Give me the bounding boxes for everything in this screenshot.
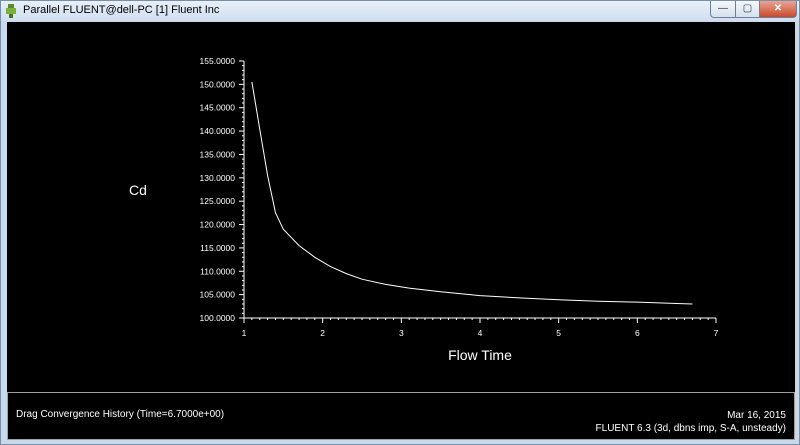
y-tick-label-7: 135.0000 <box>200 149 236 159</box>
y-tick-label-6: 130.0000 <box>200 173 236 183</box>
series-line-0 <box>251 81 693 305</box>
y-tick-label-0: 100.0000 <box>200 313 236 323</box>
y-tick-label-9: 145.0000 <box>200 103 236 113</box>
y-axis-label: Cd <box>129 182 147 198</box>
solver-label: FLUENT 6.3 (3d, dbns imp, S-A, unsteady) <box>595 423 786 434</box>
history-label: Drag Convergence History (Time=6.7000e+0… <box>16 409 225 420</box>
close-button[interactable]: ✕ <box>759 1 797 18</box>
x-tick-label-6: 7 <box>714 328 719 338</box>
graphics-display[interactable]: 100.0000 105.0000 110.0000 115.0000 120.0000… <box>7 22 795 440</box>
y-tick-label-5: 125.0000 <box>200 196 236 206</box>
y-tick-label-8: 140.0000 <box>200 126 236 136</box>
x-tick-label-3: 4 <box>478 328 483 338</box>
y-tick-label-1: 105.0000 <box>200 290 236 300</box>
x-tick-label-5: 6 <box>635 328 640 338</box>
drag-convergence-plot: 100.0000 105.0000 110.0000 115.0000 120.0000… <box>129 56 719 363</box>
x-tick-label-1: 2 <box>320 328 325 338</box>
minimize-button[interactable]: — <box>710 1 736 18</box>
fluent-graphics-window: Parallel FLUENT@dell-PC [1] Fluent Inc —… <box>0 0 800 445</box>
fluent-app-icon <box>6 4 16 18</box>
y-tick-label-10: 150.0000 <box>200 79 236 89</box>
x-tick-label-2: 3 <box>399 328 404 338</box>
y-tick-label-4: 120.0000 <box>200 220 236 230</box>
x-tick-label-0: 1 <box>242 328 247 338</box>
y-tick-label-2: 110.0000 <box>200 266 235 276</box>
x-tick-label-4: 5 <box>556 328 561 338</box>
window-title: Parallel FLUENT@dell-PC [1] Fluent Inc <box>23 4 220 16</box>
maximize-button[interactable]: ▢ <box>735 1 760 18</box>
x-axis-label: Flow Time <box>448 347 512 363</box>
y-tick-label-3: 115.0000 <box>200 243 235 253</box>
date-label: Mar 16, 2015 <box>727 410 786 421</box>
info-panel: Drag Convergence History (Time=6.7000e+0… <box>7 392 795 440</box>
title-bar[interactable]: Parallel FLUENT@dell-PC [1] Fluent Inc —… <box>1 1 799 21</box>
y-tick-label-11: 155.0000 <box>200 56 236 66</box>
